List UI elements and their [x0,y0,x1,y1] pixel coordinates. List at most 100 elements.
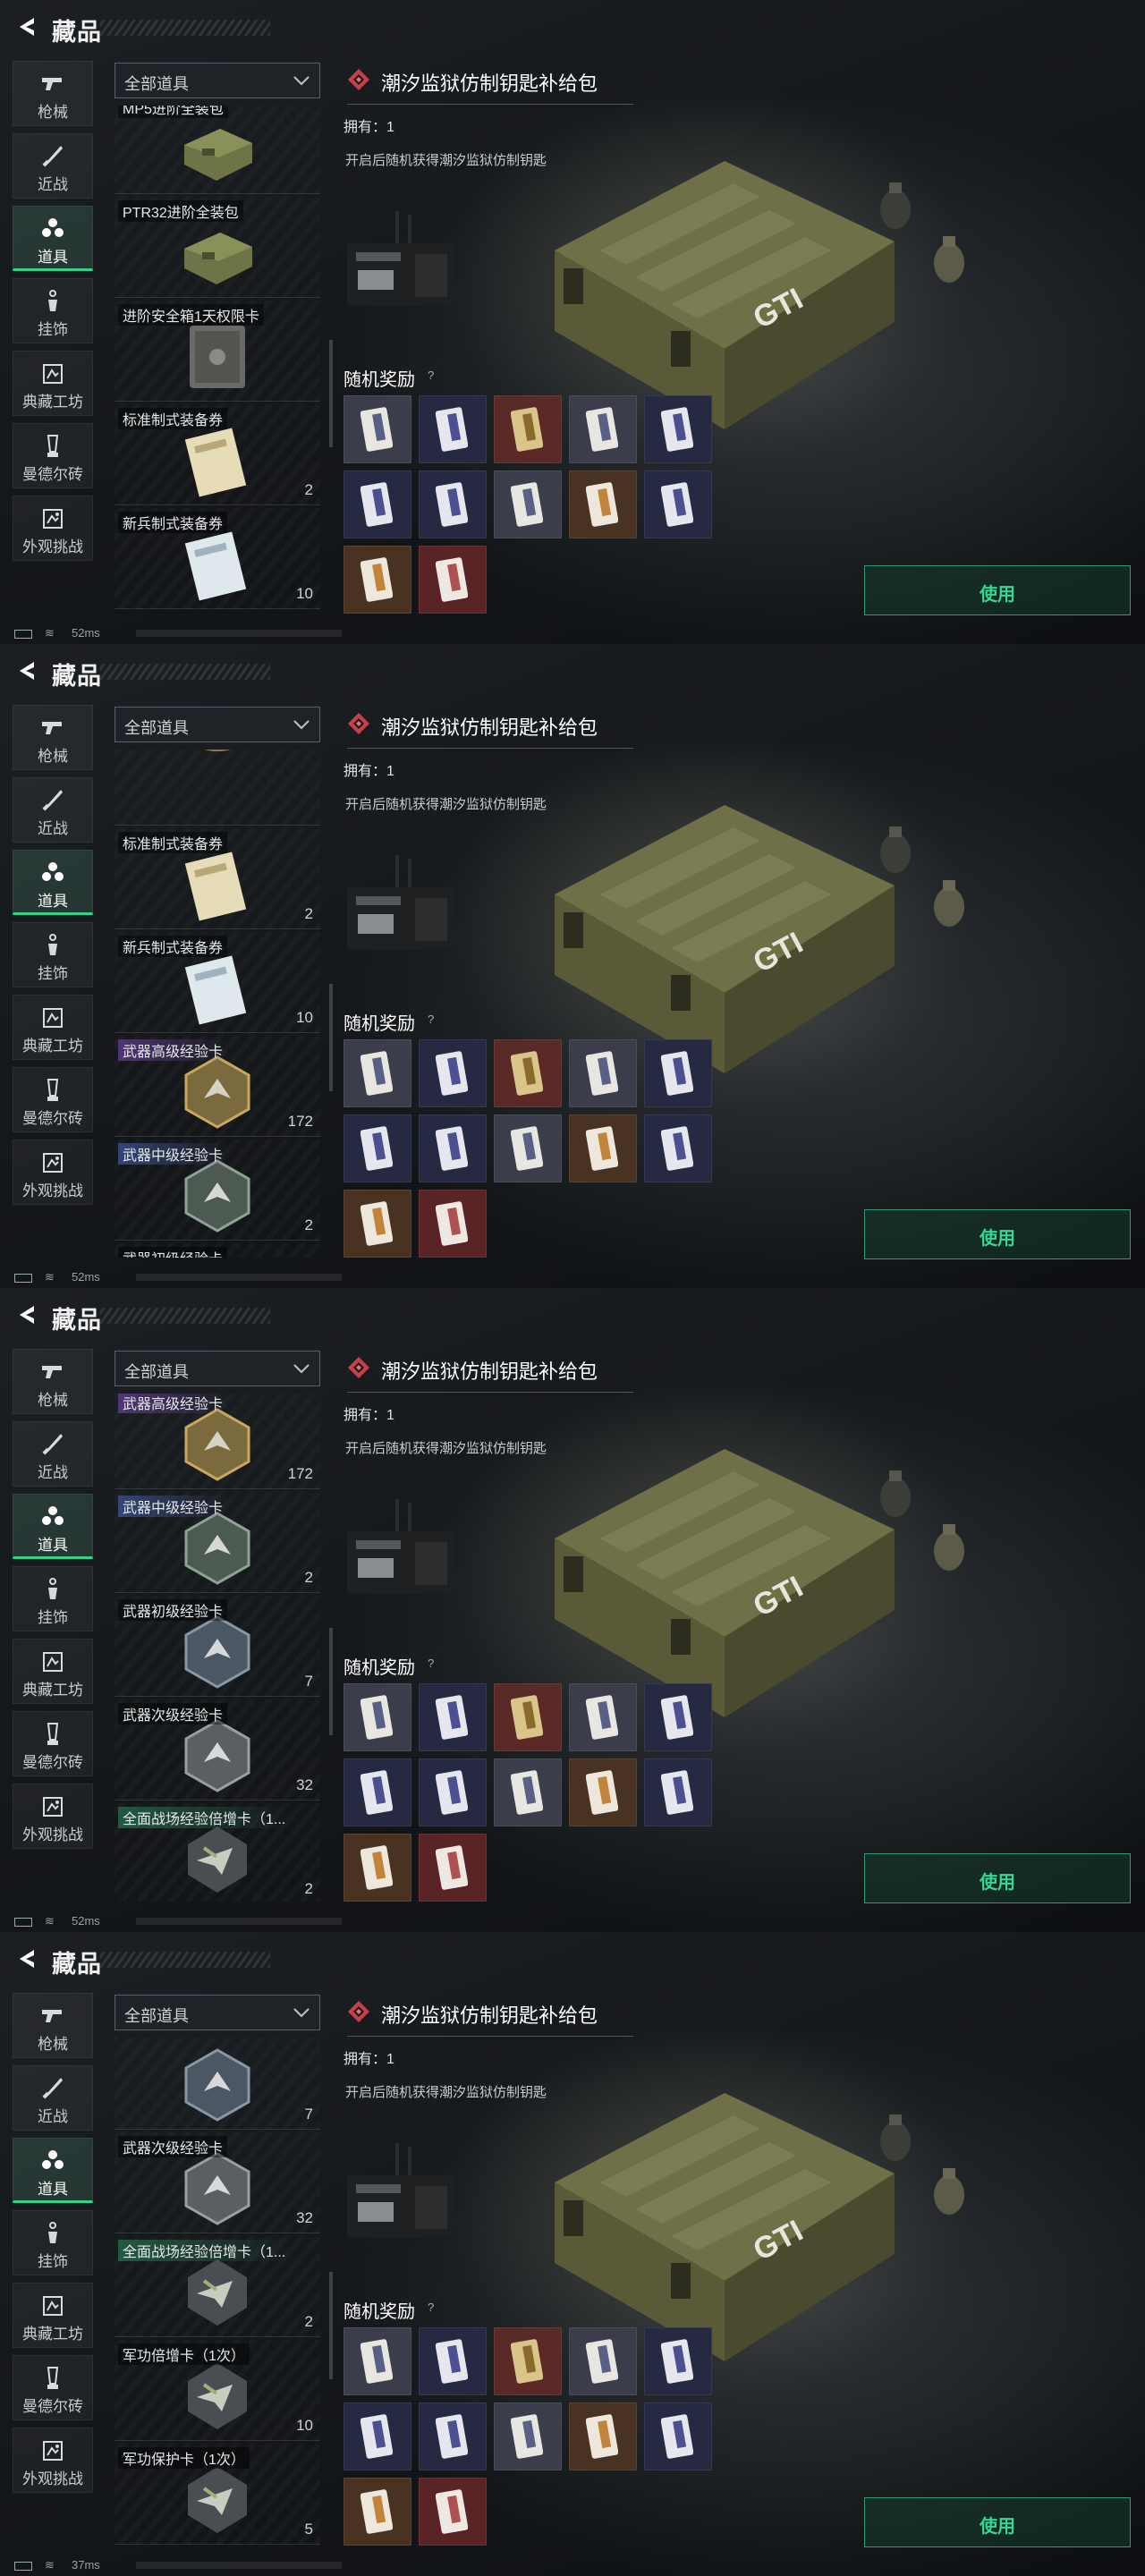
use-button[interactable]: 使用 [864,1853,1131,1903]
reward-cell[interactable] [494,2327,562,2395]
nav-item-2[interactable]: 道具 [13,206,93,271]
nav-item-6[interactable]: 外观挑战 [13,1140,93,1205]
reward-cell[interactable] [494,470,562,538]
list-item[interactable]: 标准制式装备券 2 [114,404,320,505]
list-item[interactable]: 武器高级经验卡 172 [114,1036,320,1137]
reward-cell[interactable] [419,470,487,538]
list-item[interactable]: 武器初级经验卡 [114,1243,320,1258]
back-arrow-icon[interactable] [14,1302,39,1327]
reward-cell[interactable] [494,2402,562,2470]
reward-cell[interactable] [644,395,712,463]
nav-item-3[interactable]: 挂饰 [13,2210,93,2275]
reward-cell[interactable] [419,1834,487,1902]
list-scrollbar[interactable] [329,1628,333,1735]
list-scrollbar[interactable] [329,2272,333,2379]
reward-cell[interactable] [419,2478,487,2546]
use-button[interactable]: 使用 [864,1209,1131,1259]
nav-item-0[interactable]: 枪械 [13,61,93,126]
nav-item-1[interactable]: 近战 [13,777,93,843]
reward-cell[interactable] [644,1039,712,1107]
list-item[interactable] [114,750,320,826]
nav-item-0[interactable]: 枪械 [13,705,93,770]
reward-cell[interactable] [644,1683,712,1751]
reward-cell[interactable] [494,1758,562,1826]
back-arrow-icon[interactable] [14,1946,39,1971]
reward-cell[interactable] [419,2402,487,2470]
list-item[interactable]: 武器次级经验卡 32 [114,2132,320,2233]
reward-cell[interactable] [569,1683,637,1751]
use-button[interactable]: 使用 [864,565,1131,615]
nav-item-5[interactable]: 曼德尔砖 [13,2355,93,2420]
reward-cell[interactable] [344,1039,411,1107]
list-item[interactable]: 军功保护卡（1次） 5 [114,2444,320,2545]
reward-cell[interactable] [494,395,562,463]
reward-cell[interactable] [494,1114,562,1182]
nav-item-5[interactable]: 曼德尔砖 [13,423,93,488]
nav-item-4[interactable]: 典藏工坊 [13,351,93,416]
nav-item-6[interactable]: 外观挑战 [13,2428,93,2493]
nav-item-3[interactable]: 挂饰 [13,1566,93,1631]
list-item[interactable]: 标准制式装备券 2 [114,828,320,929]
reward-cell[interactable] [419,1683,487,1751]
list-item[interactable]: PTR32进阶全装包 [114,197,320,298]
reward-cell[interactable] [569,470,637,538]
reward-cell[interactable] [344,470,411,538]
back-arrow-icon[interactable] [14,14,39,39]
reward-cell[interactable] [344,395,411,463]
nav-item-3[interactable]: 挂饰 [13,922,93,987]
nav-item-2[interactable]: 道具 [13,850,93,915]
list-item[interactable]: 武器次级经验卡 32 [114,1699,320,1801]
list-item[interactable]: 全面战场经验倍增卡（1... 2 [114,2236,320,2337]
item-filter-dropdown[interactable]: 全部道具 [114,1995,320,2030]
reward-cell[interactable] [419,1758,487,1826]
nav-item-4[interactable]: 典藏工坊 [13,995,93,1060]
nav-item-6[interactable]: 外观挑战 [13,1784,93,1849]
reward-cell[interactable] [344,1834,411,1902]
nav-item-2[interactable]: 道具 [13,2138,93,2203]
nav-item-6[interactable]: 外观挑战 [13,496,93,561]
use-button[interactable]: 使用 [864,2497,1131,2547]
reward-cell[interactable] [569,1114,637,1182]
reward-cell[interactable] [569,395,637,463]
reward-cell[interactable] [494,1039,562,1107]
list-item[interactable]: 7 [114,2038,320,2130]
help-icon[interactable]: ? [428,369,434,382]
nav-item-1[interactable]: 近战 [13,133,93,199]
list-item[interactable]: 进阶安全箱1天权限卡 [114,301,320,402]
list-item[interactable]: 全面战场经验倍增卡（1... 2 [114,1803,320,1902]
reward-cell[interactable] [344,546,411,614]
list-scrollbar[interactable] [329,984,333,1091]
nav-item-4[interactable]: 典藏工坊 [13,2283,93,2348]
reward-cell[interactable] [344,2402,411,2470]
reward-cell[interactable] [344,1114,411,1182]
reward-cell[interactable] [494,1683,562,1751]
list-item[interactable]: 武器中级经验卡 2 [114,1140,320,1241]
nav-item-2[interactable]: 道具 [13,1494,93,1559]
reward-cell[interactable] [419,1114,487,1182]
nav-item-5[interactable]: 曼德尔砖 [13,1067,93,1132]
reward-cell[interactable] [644,1114,712,1182]
reward-cell[interactable] [344,1190,411,1258]
list-item[interactable]: 武器中级经验卡 2 [114,1492,320,1593]
list-item[interactable]: 武器初级经验卡 7 [114,1596,320,1697]
nav-item-5[interactable]: 曼德尔砖 [13,1711,93,1776]
reward-cell[interactable] [569,1039,637,1107]
reward-cell[interactable] [344,2478,411,2546]
reward-cell[interactable] [569,2327,637,2395]
help-icon[interactable]: ? [428,1657,434,1670]
reward-cell[interactable] [344,1683,411,1751]
list-item[interactable]: MP5进阶全装包 [114,106,320,194]
reward-cell[interactable] [644,2327,712,2395]
reward-cell[interactable] [419,395,487,463]
reward-cell[interactable] [644,1758,712,1826]
reward-cell[interactable] [569,1758,637,1826]
nav-item-3[interactable]: 挂饰 [13,278,93,343]
nav-item-1[interactable]: 近战 [13,2065,93,2131]
reward-cell[interactable] [419,1190,487,1258]
list-item[interactable]: 新兵制式装备券 10 [114,932,320,1033]
reward-cell[interactable] [419,1039,487,1107]
item-filter-dropdown[interactable]: 全部道具 [114,63,320,98]
nav-item-4[interactable]: 典藏工坊 [13,1639,93,1704]
nav-item-0[interactable]: 枪械 [13,1993,93,2058]
item-filter-dropdown[interactable]: 全部道具 [114,1351,320,1386]
